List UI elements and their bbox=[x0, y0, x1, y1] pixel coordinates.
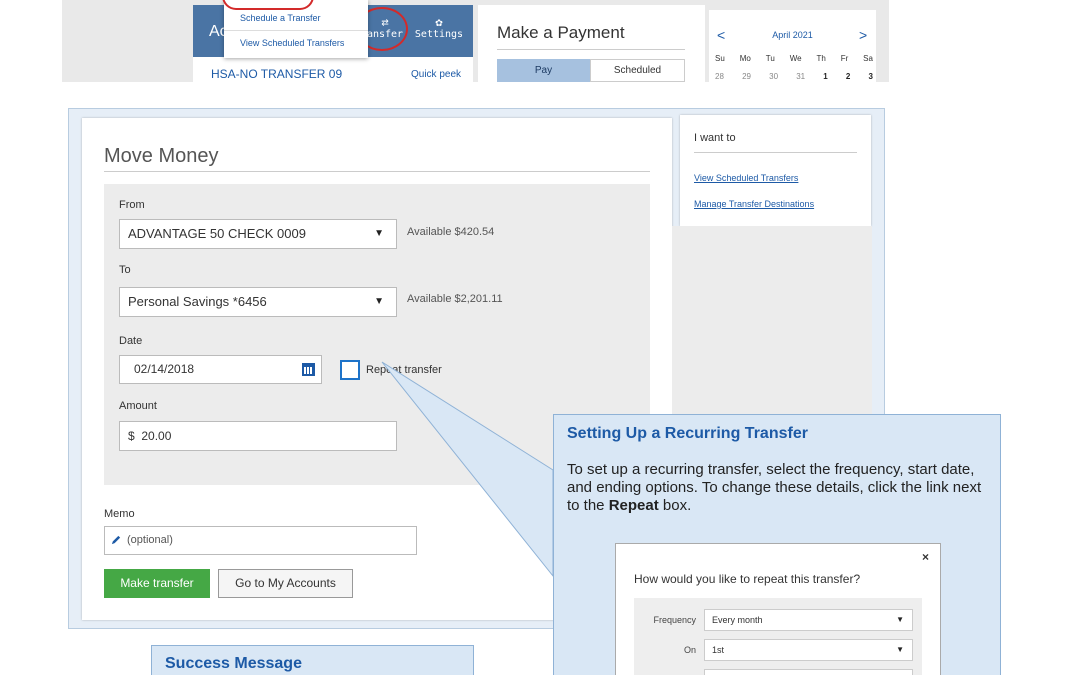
calendar-icon[interactable] bbox=[302, 363, 315, 376]
amount-input[interactable]: $ 20.00 bbox=[119, 421, 397, 451]
calendar-date[interactable]: 28 bbox=[715, 72, 724, 81]
make-payment-title: Make a Payment bbox=[497, 23, 625, 42]
i-want-to-title: I want to bbox=[694, 132, 736, 144]
menu-divider bbox=[224, 30, 368, 31]
callout-body: To set up a recurring transfer, select t… bbox=[567, 461, 987, 515]
weekday: Sa bbox=[863, 54, 873, 63]
from-account-select[interactable]: ADVANTAGE 50 CHECK 0009 ▼ bbox=[119, 219, 397, 249]
to-label: To bbox=[119, 264, 131, 276]
calendar-date[interactable]: 2 bbox=[846, 72, 850, 81]
callout-title: Setting Up a Recurring Transfer bbox=[567, 425, 808, 442]
date-input[interactable]: 02/14/2018 bbox=[119, 355, 322, 384]
from-account-value: ADVANTAGE 50 CHECK 0009 bbox=[128, 226, 306, 241]
page-title: Move Money bbox=[104, 145, 219, 167]
success-message-callout: Success Message bbox=[151, 645, 474, 675]
on-day-select[interactable]: 1st ▼ bbox=[704, 639, 913, 661]
divider bbox=[104, 171, 650, 172]
caret-down-icon: ▼ bbox=[374, 296, 384, 307]
link-view-scheduled-transfers[interactable]: View Scheduled Transfers bbox=[694, 173, 798, 183]
menu-item-view-scheduled[interactable]: View Scheduled Transfers bbox=[240, 38, 344, 48]
amount-label: Amount bbox=[119, 400, 157, 412]
memo-placeholder: (optional) bbox=[127, 534, 173, 546]
from-label: From bbox=[119, 199, 145, 211]
gear-icon: ✿ bbox=[435, 15, 443, 29]
memo-input[interactable]: (optional) bbox=[104, 526, 417, 555]
repeat-transfer-label: Repeat transfer bbox=[366, 364, 442, 376]
callout-text-end: box. bbox=[658, 497, 692, 514]
calendar-dates: 28 29 30 31 1 2 3 bbox=[715, 72, 873, 81]
close-icon[interactable]: × bbox=[922, 550, 929, 564]
calendar-date[interactable]: 30 bbox=[769, 72, 778, 81]
frequency-select[interactable]: Every month ▼ bbox=[704, 609, 913, 631]
from-available-balance: Available $420.54 bbox=[407, 226, 495, 238]
calendar-month: April 2021 bbox=[772, 30, 813, 40]
calendar-date[interactable]: 1 bbox=[823, 72, 827, 81]
caret-down-icon: ▼ bbox=[896, 615, 904, 624]
settings-tab-label: Settings bbox=[414, 29, 464, 40]
make-payment-panel: Make a Payment Pay Scheduled bbox=[478, 5, 705, 82]
modal-question: How would you like to repeat this transf… bbox=[634, 572, 861, 586]
settings-tab[interactable]: ✿ Settings bbox=[409, 11, 469, 51]
calendar-date[interactable]: 3 bbox=[868, 72, 872, 81]
calendar-date[interactable]: 29 bbox=[742, 72, 751, 81]
success-title: Success Message bbox=[165, 655, 302, 672]
frequency-value: Every month bbox=[712, 615, 763, 625]
to-account-select[interactable]: Personal Savings *6456 ▼ bbox=[119, 287, 397, 317]
on-label: On bbox=[683, 645, 696, 655]
calendar-weekdays: Su Mo Tu We Th Fr Sa bbox=[715, 54, 873, 63]
weekday: Tu bbox=[765, 54, 775, 63]
weekday: Mo bbox=[739, 54, 751, 63]
quick-peek-link[interactable]: Quick peek bbox=[411, 69, 461, 80]
calendar-date[interactable]: 31 bbox=[796, 72, 805, 81]
weekday: We bbox=[789, 54, 802, 63]
amount-value: $ 20.00 bbox=[128, 429, 172, 443]
additional-select-partial[interactable] bbox=[704, 669, 913, 675]
date-value: 02/14/2018 bbox=[134, 362, 195, 376]
account-row-hsa[interactable]: HSA-NO TRANSFER 09 bbox=[211, 67, 342, 81]
annotation-circle-menu bbox=[222, 0, 314, 10]
repeat-transfer-modal: × How would you like to repeat this tran… bbox=[615, 543, 941, 675]
pencil-icon bbox=[111, 535, 121, 545]
to-available-balance: Available $2,201.11 bbox=[407, 293, 503, 305]
go-to-accounts-button[interactable]: Go to My Accounts bbox=[218, 569, 353, 598]
caret-down-icon: ▼ bbox=[896, 645, 904, 654]
caret-down-icon: ▼ bbox=[374, 228, 384, 239]
date-label: Date bbox=[119, 335, 143, 347]
memo-label: Memo bbox=[104, 508, 135, 520]
frequency-label: Frequency bbox=[653, 615, 696, 625]
callout-text-bold: Repeat bbox=[608, 497, 659, 514]
weekday: Su bbox=[715, 54, 725, 63]
link-manage-transfer-destinations[interactable]: Manage Transfer Destinations bbox=[694, 199, 814, 209]
weekday: Fr bbox=[840, 54, 849, 63]
top-screenshot-strip: Ac ⇄ ansfer ✿ Settings HSA-NO TRANSFER 0… bbox=[62, 0, 889, 82]
make-transfer-button[interactable]: Make transfer bbox=[104, 569, 210, 598]
tab-scheduled[interactable]: Scheduled bbox=[590, 59, 685, 82]
repeat-transfer-checkbox[interactable] bbox=[340, 360, 360, 380]
chevron-right-icon[interactable]: > bbox=[859, 27, 867, 43]
recurring-transfer-callout: Setting Up a Recurring Transfer To set u… bbox=[553, 414, 1001, 675]
on-day-value: 1st bbox=[712, 645, 725, 655]
weekday: Th bbox=[816, 54, 826, 63]
menu-item-schedule-transfer[interactable]: Schedule a Transfer bbox=[240, 13, 321, 23]
i-want-to-card: I want to View Scheduled Transfers Manag… bbox=[680, 115, 871, 226]
divider bbox=[497, 49, 685, 50]
mini-calendar: < April 2021 > Su Mo Tu We Th Fr Sa 28 2… bbox=[709, 10, 876, 82]
to-account-value: Personal Savings *6456 bbox=[128, 294, 267, 309]
divider bbox=[694, 152, 857, 153]
tab-pay[interactable]: Pay bbox=[497, 59, 590, 82]
repeat-options-form: Frequency Every month ▼ On 1st ▼ bbox=[634, 598, 922, 675]
